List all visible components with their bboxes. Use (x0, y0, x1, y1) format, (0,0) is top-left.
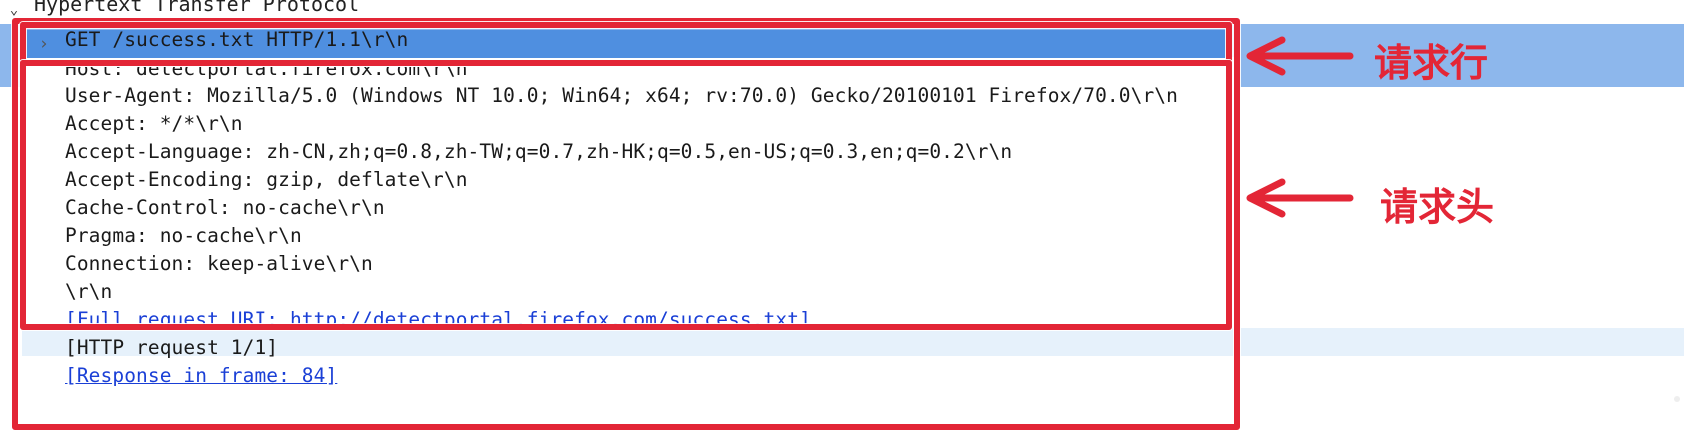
arrow-left-icon (1246, 178, 1354, 218)
arrow-left-icon (1246, 36, 1354, 76)
request-header-label: 请求头 (1380, 185, 1495, 229)
protocol-name: Hypertext Transfer Protocol (34, 0, 360, 16)
scroll-indicator (1674, 396, 1680, 402)
chevron-down-icon[interactable]: ⌄ (6, 0, 22, 20)
request-line-label: 请求行 (1374, 41, 1489, 85)
request-header-annotation-box (20, 60, 1232, 330)
